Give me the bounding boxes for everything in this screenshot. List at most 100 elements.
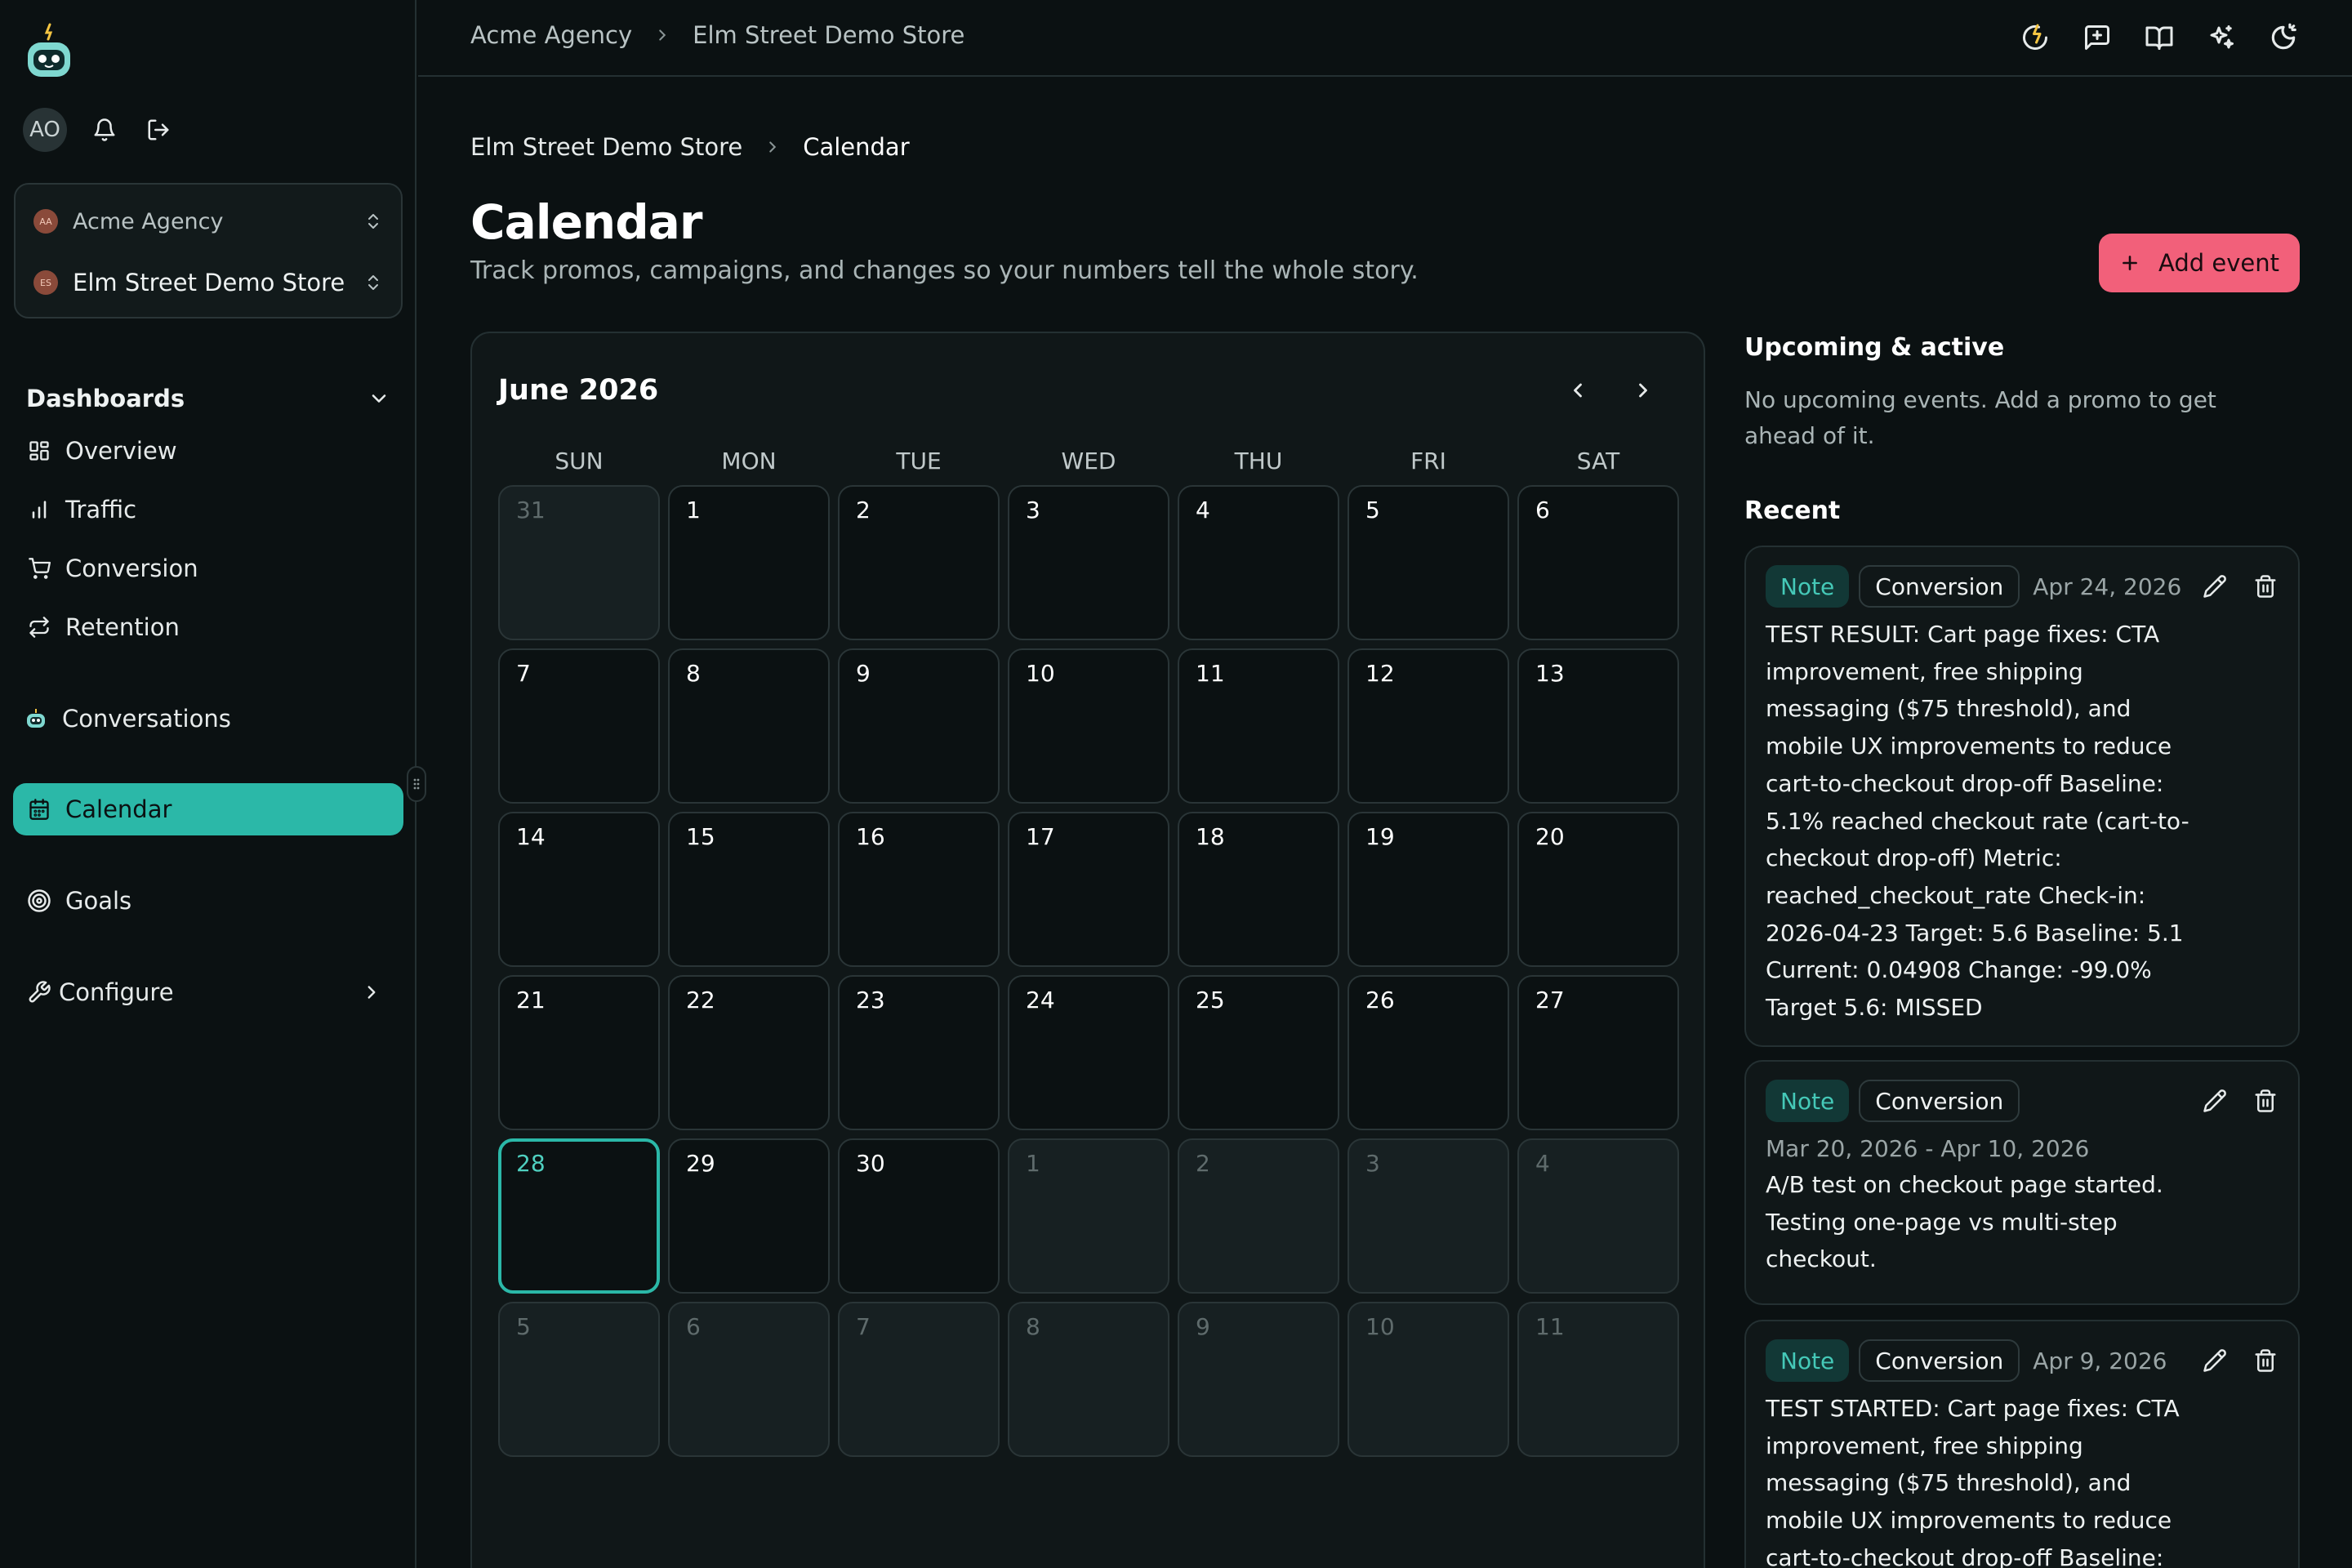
calendar-day[interactable]: 9 <box>838 648 1000 804</box>
calendar-card: June 2026 SUN MON TUE WED THU FRI SAT 31… <box>470 332 1705 1568</box>
sidebar-resize-handle[interactable] <box>407 766 426 802</box>
delete-trash-icon[interactable] <box>2249 1085 2282 1117</box>
event-card[interactable]: Note Conversion Mar 20, 2026 - Apr 10, 2… <box>1744 1060 2300 1305</box>
calendar-day[interactable]: 13 <box>1517 648 1679 804</box>
calendar-day-outside[interactable]: 4 <box>1517 1138 1679 1294</box>
delete-trash-icon[interactable] <box>2249 1344 2282 1377</box>
weekday-label: SUN <box>555 448 604 474</box>
sidebar-item-overview[interactable]: Overview <box>26 430 402 472</box>
edit-pencil-icon[interactable] <box>2198 1085 2231 1117</box>
target-icon <box>26 888 52 914</box>
calendar-day[interactable]: 7 <box>498 648 660 804</box>
calendar-day[interactable]: 6 <box>1517 485 1679 640</box>
sidebar-item-calendar[interactable]: Calendar <box>13 783 403 835</box>
edit-pencil-icon[interactable] <box>2198 570 2231 603</box>
event-actions <box>2198 1085 2282 1117</box>
calendar-day[interactable]: 25 <box>1178 975 1339 1130</box>
store-select[interactable]: ES Elm Street Demo Store <box>33 262 383 303</box>
calendar-day-outside[interactable]: 1 <box>1008 1138 1169 1294</box>
store-badge: ES <box>33 270 58 295</box>
event-card[interactable]: Note Conversion Apr 9, 2026 TEST STARTED… <box>1744 1320 2300 1568</box>
calendar-day[interactable]: 20 <box>1517 812 1679 967</box>
notifications-bell-icon[interactable] <box>88 114 121 146</box>
whats-new-icon[interactable] <box>2017 20 2053 56</box>
delete-trash-icon[interactable] <box>2249 570 2282 603</box>
calendar-day[interactable]: 14 <box>498 812 660 967</box>
calendar-day[interactable]: 21 <box>498 975 660 1130</box>
theme-toggle-icon[interactable] <box>2265 20 2301 56</box>
calendar-day-outside[interactable]: 7 <box>838 1302 1000 1457</box>
sidebar-item-goals[interactable]: Goals <box>26 880 402 922</box>
calendar-day[interactable]: 8 <box>668 648 830 804</box>
sidebar-item-retention[interactable]: Retention <box>26 606 402 648</box>
robot-logo-icon[interactable] <box>23 23 75 82</box>
calendar-day-outside[interactable]: 2 <box>1178 1138 1339 1294</box>
calendar-day[interactable]: 24 <box>1008 975 1169 1130</box>
prev-month-button[interactable] <box>1560 372 1596 408</box>
calendar-day[interactable]: 3 <box>1008 485 1169 640</box>
calendar-day[interactable]: 17 <box>1008 812 1169 967</box>
calendar-grid: 31 1 2 3 4 5 6 7 8 9 10 11 12 13 14 15 1… <box>498 485 1681 1457</box>
ai-sparkle-icon[interactable] <box>2203 20 2239 56</box>
calendar-day[interactable]: 5 <box>1348 485 1509 640</box>
calendar-day[interactable]: 18 <box>1178 812 1339 967</box>
sidebar-item-conversion[interactable]: Conversion <box>26 547 402 590</box>
logout-icon[interactable] <box>142 114 175 146</box>
calendar-day[interactable]: 10 <box>1008 648 1169 804</box>
calendar-day-outside[interactable]: 6 <box>668 1302 830 1457</box>
calendar-day[interactable]: 19 <box>1348 812 1509 967</box>
repeat-icon <box>26 614 52 640</box>
calendar-day[interactable]: 15 <box>668 812 830 967</box>
calendar-day-outside[interactable]: 8 <box>1008 1302 1169 1457</box>
store-label: Elm Street Demo Store <box>73 269 345 296</box>
robot-chat-icon <box>23 706 49 732</box>
event-card[interactable]: Note Conversion Apr 24, 2026 TEST RESULT… <box>1744 546 2300 1047</box>
calendar-day-outside[interactable]: 11 <box>1517 1302 1679 1457</box>
weekday-header: SUN MON TUE WED THU FRI SAT <box>498 448 1681 474</box>
plus-icon <box>2119 252 2140 274</box>
page-breadcrumb: Elm Street Demo Store Calendar <box>470 133 910 161</box>
top-breadcrumb: Acme Agency Elm Street Demo Store <box>470 21 964 49</box>
docs-icon[interactable] <box>2141 20 2177 56</box>
workspace-label: Acme Agency <box>73 208 224 234</box>
calendar-day[interactable]: 23 <box>838 975 1000 1130</box>
calendar-day[interactable]: 27 <box>1517 975 1679 1130</box>
event-date: Apr 9, 2026 <box>2033 1347 2167 1374</box>
calendar-day[interactable]: 30 <box>838 1138 1000 1294</box>
calendar-day[interactable]: 11 <box>1178 648 1339 804</box>
feedback-icon[interactable] <box>2079 20 2115 56</box>
calendar-day-outside[interactable]: 10 <box>1348 1302 1509 1457</box>
breadcrumb-store-link[interactable]: Elm Street Demo Store <box>470 133 742 161</box>
weekday-label: WED <box>1061 448 1116 474</box>
calendar-day[interactable]: 1 <box>668 485 830 640</box>
calendar-day[interactable]: 12 <box>1348 648 1509 804</box>
event-description: A/B test on checkout page started. Testi… <box>1766 1171 2163 1273</box>
sidebar-item-configure[interactable]: Configure <box>26 971 402 1013</box>
dashboards-label: Dashboards <box>26 385 185 412</box>
user-avatar[interactable]: AO <box>23 108 67 152</box>
sidebar-item-conversations[interactable]: Conversations <box>23 697 399 740</box>
dashboards-toggle[interactable]: Dashboards <box>26 381 390 416</box>
event-description: TEST RESULT: Cart page fixes: CTA improv… <box>1766 621 2189 1022</box>
calendar-day-outside[interactable]: 3 <box>1348 1138 1509 1294</box>
calendar-day[interactable]: 16 <box>838 812 1000 967</box>
calendar-day[interactable]: 4 <box>1178 485 1339 640</box>
chevron-down-icon <box>368 387 390 410</box>
upcoming-empty-message: No upcoming events. Add a promo to get a… <box>1744 386 2216 449</box>
workspace-select[interactable]: AA Acme Agency <box>33 201 383 242</box>
breadcrumb-agency-link[interactable]: Acme Agency <box>470 21 632 49</box>
calendar-day-today[interactable]: 28 <box>498 1138 660 1294</box>
calendar-day-outside[interactable]: 9 <box>1178 1302 1339 1457</box>
event-tags: Note Conversion <box>1766 1080 2020 1122</box>
calendar-day[interactable]: 29 <box>668 1138 830 1294</box>
sidebar-item-traffic[interactable]: Traffic <box>26 488 402 531</box>
breadcrumb-store-link[interactable]: Elm Street Demo Store <box>693 21 964 49</box>
calendar-day[interactable]: 26 <box>1348 975 1509 1130</box>
calendar-day[interactable]: 22 <box>668 975 830 1130</box>
next-month-button[interactable] <box>1625 372 1661 408</box>
edit-pencil-icon[interactable] <box>2198 1344 2231 1377</box>
calendar-day-outside[interactable]: 5 <box>498 1302 660 1457</box>
add-event-button[interactable]: Add event <box>2099 234 2300 292</box>
calendar-day-outside[interactable]: 31 <box>498 485 660 640</box>
calendar-day[interactable]: 2 <box>838 485 1000 640</box>
